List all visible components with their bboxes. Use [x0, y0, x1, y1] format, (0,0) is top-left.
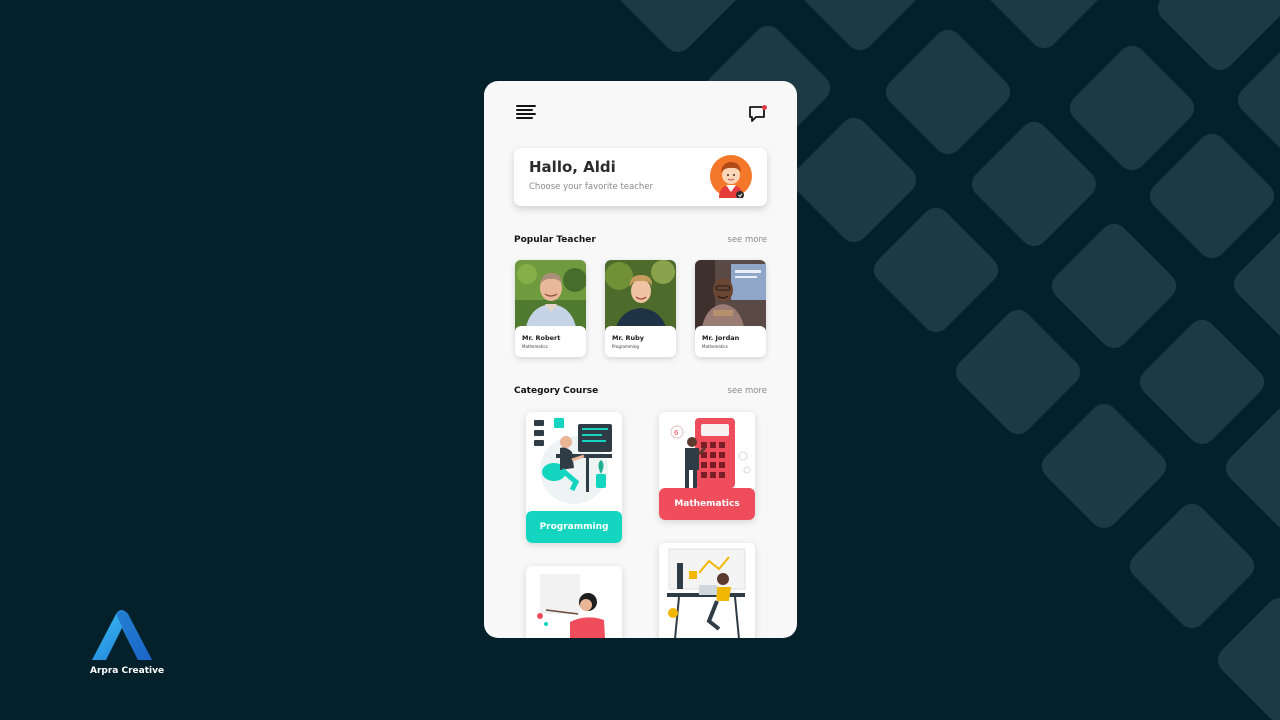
- course-card-mathematics[interactable]: 6 Mathematics: [659, 412, 755, 520]
- svg-text:6: 6: [674, 429, 679, 437]
- course-label-mathematics: Mathematics: [659, 488, 755, 520]
- greeting-subtitle: Choose your favorite teacher: [529, 182, 654, 192]
- teacher-photo: [695, 260, 766, 332]
- teacher-card-robert[interactable]: Mr. Robert Mathematics: [515, 260, 586, 357]
- chat-icon[interactable]: [748, 105, 768, 123]
- greeting-title: Hallo, Aldi: [529, 158, 616, 176]
- notification-dot: [762, 105, 767, 110]
- art-illustration: [537, 574, 605, 638]
- course-card-programming[interactable]: Programming: [526, 412, 622, 543]
- teacher-info: Mr. Ruby Programming: [605, 326, 676, 357]
- avatar[interactable]: [709, 154, 753, 199]
- programming-illustration: [534, 418, 612, 504]
- category-course-title: Category Course: [514, 386, 599, 396]
- popular-teacher-title: Popular Teacher: [514, 235, 596, 245]
- teacher-info: Mr. Robert Mathematics: [515, 326, 586, 357]
- teacher-card-ruby[interactable]: Mr. Ruby Programming: [605, 260, 676, 357]
- teacher-name: Mr. Ruby: [612, 334, 645, 342]
- category-course-see-more[interactable]: see more: [727, 386, 767, 396]
- phone-screen: Hallo, Aldi Choose your favorite teacher: [484, 81, 797, 638]
- menu-icon[interactable]: [516, 105, 538, 121]
- brand-name: Arpra Creative: [90, 666, 165, 676]
- mathematics-illustration: 6: [670, 418, 751, 488]
- design-illustration: [667, 548, 746, 638]
- teacher-photo: [515, 260, 586, 332]
- teacher-photo: [605, 260, 676, 332]
- course-label-programming: Programming: [526, 511, 622, 543]
- popular-teacher-see-more[interactable]: see more: [727, 235, 767, 245]
- course-card-art[interactable]: [526, 566, 622, 638]
- teacher-subject: Programming: [612, 344, 639, 349]
- teacher-subject: Mathematics: [522, 344, 548, 349]
- greeting-card: Hallo, Aldi Choose your favorite teacher: [514, 148, 767, 206]
- teacher-card-jordan[interactable]: Mr. Jordan Mathematics: [695, 260, 766, 357]
- stage: Hallo, Aldi Choose your favorite teacher: [0, 0, 1280, 720]
- teacher-name: Mr. Robert: [522, 334, 561, 342]
- teacher-info: Mr. Jordan Mathematics: [695, 326, 766, 357]
- course-card-design[interactable]: [659, 543, 755, 638]
- teacher-name: Mr. Jordan: [702, 334, 740, 342]
- teacher-subject: Mathematics: [702, 344, 728, 349]
